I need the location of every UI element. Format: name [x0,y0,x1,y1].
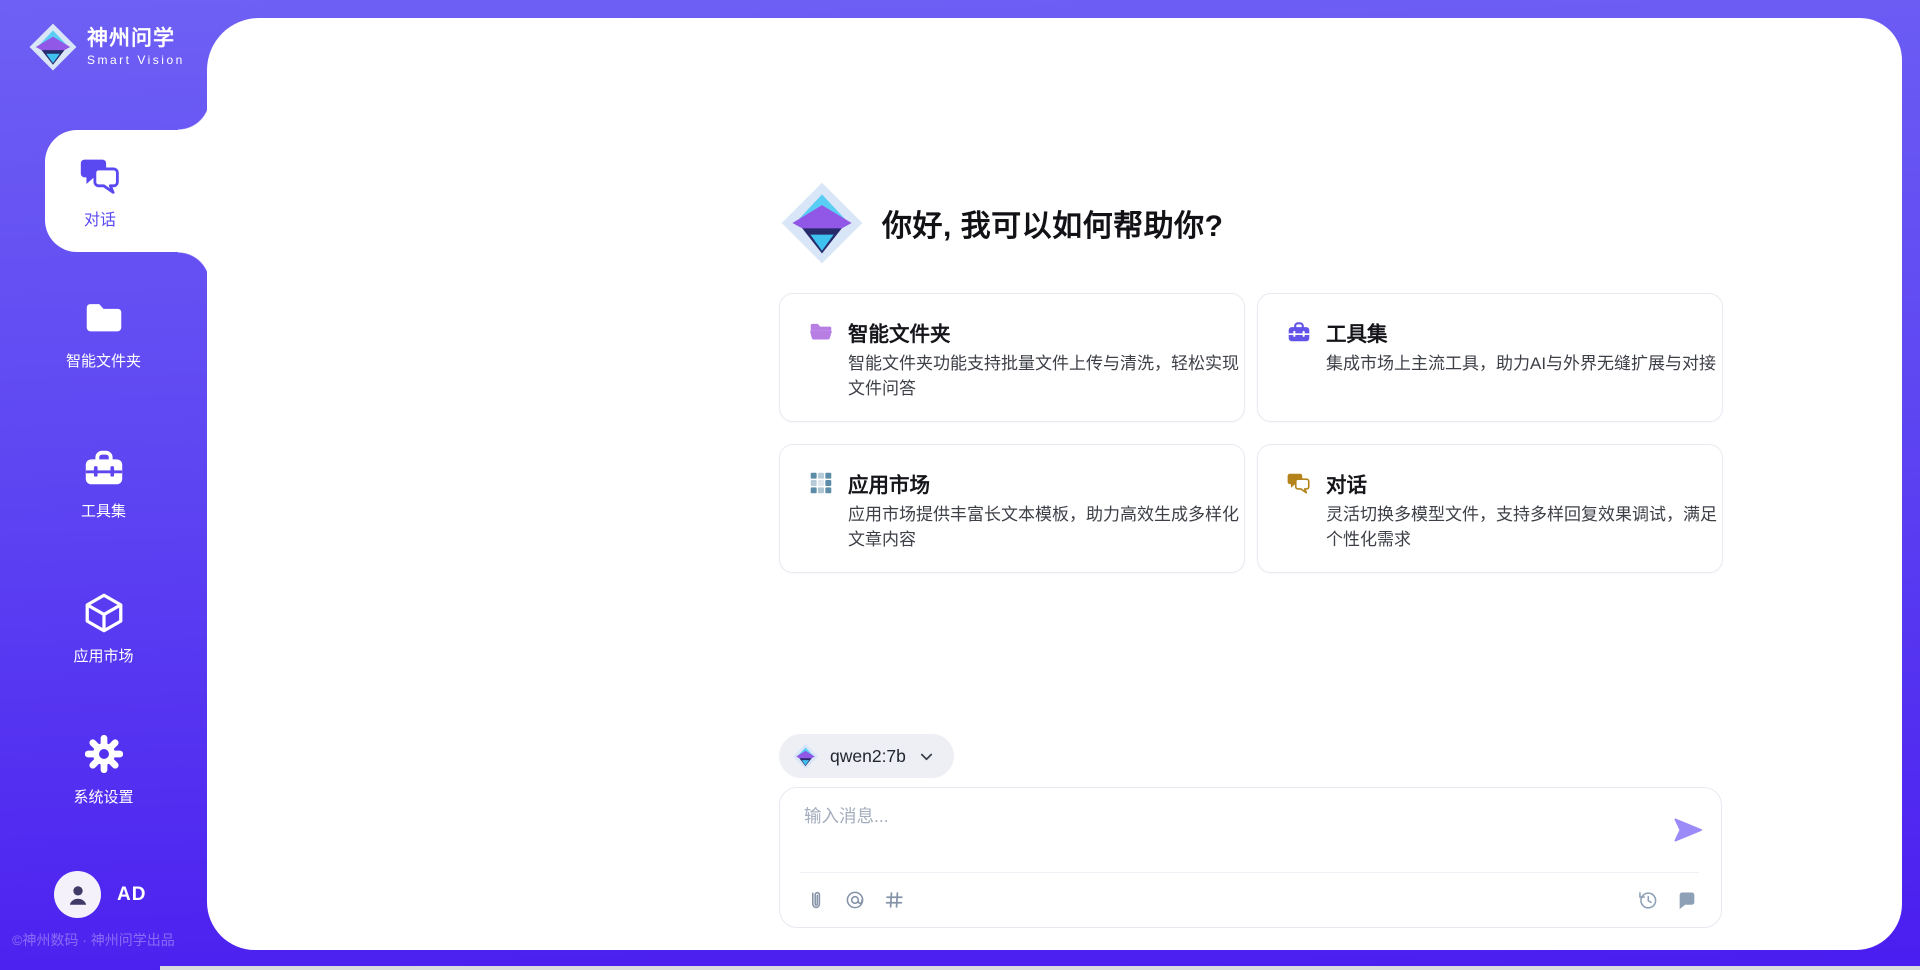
send-icon [1672,814,1704,846]
chat-icon [1286,470,1312,496]
hash-button[interactable] [882,888,906,912]
composer-toolbar [804,884,1699,916]
card-description: 集成市场上主流工具，助力AI与外界无缝扩展与对接 [1326,351,1720,376]
toolbox-icon [81,445,127,491]
gear-icon [81,731,127,777]
greeting: 你好, 我可以如何帮助你? [779,180,1224,266]
brand-subtitle: Smart Vision [87,53,185,67]
sidebar-item-label: 工具集 [81,500,126,521]
card-description: 灵活切换多模型文件，支持多样回复效果调试，满足个性化需求 [1326,502,1720,552]
sidebar-footer: ©神州数码 · 神州问学出品 [12,930,212,950]
paperclip-icon [805,889,827,911]
card-description: 应用市场提供丰富长文本模板，助力高效生成多样化文章内容 [848,502,1242,552]
mention-button[interactable] [843,888,867,912]
brand-diamond-icon [779,180,865,266]
history-icon [1637,889,1659,911]
card-app-market[interactable]: 应用市场 应用市场提供丰富长文本模板，助力高效生成多样化文章内容 [779,444,1245,573]
hash-icon [883,889,905,911]
main-panel: 你好, 我可以如何帮助你? 智能文件夹 智能文件夹功能支持批量文件上传与清洗，轻… [207,18,1902,950]
folder-open-icon [808,319,834,345]
sidebar: 神州问学 Smart Vision 对话 智能文件夹 [0,0,210,970]
sidebar-item-chat[interactable]: 对话 [45,130,210,252]
chat-icon [78,153,123,198]
folder-icon [81,295,127,341]
grid-icon [808,470,834,496]
feature-cards: 智能文件夹 智能文件夹功能支持批量文件上传与清洗，轻松实现文件问答 工具 [779,293,1723,573]
card-title: 工具集 [1326,317,1388,347]
cube-icon [81,590,127,636]
chevron-down-icon [917,747,936,766]
brand-diamond-icon [28,22,78,72]
card-title: 对话 [1326,468,1367,498]
send-button[interactable] [1672,814,1704,846]
brand-diamond-icon [792,743,819,770]
composer-divider [800,872,1699,873]
sidebar-item-label: 应用市场 [73,645,133,666]
attach-button[interactable] [804,888,828,912]
card-chat[interactable]: 对话 灵活切换多模型文件，支持多样回复效果调试，满足个性化需求 [1257,444,1723,573]
brand-name: 神州问学 [87,27,185,51]
card-title: 应用市场 [848,468,930,498]
bottom-scrollbar[interactable] [160,966,1920,970]
sidebar-item-label: 智能文件夹 [66,350,141,371]
model-name: qwen2:7b [830,746,906,767]
brand-logo: 神州问学 Smart Vision [28,22,185,72]
message-input[interactable] [804,803,1644,865]
message-composer [779,787,1722,928]
history-button[interactable] [1636,888,1660,912]
sidebar-item-toolset[interactable]: 工具集 [0,445,207,521]
sidebar-item-label: 对话 [84,206,116,230]
at-icon [844,889,866,911]
model-selector[interactable]: qwen2:7b [779,734,954,778]
person-icon [65,882,91,908]
sidebar-item-settings[interactable]: 系统设置 [0,731,207,807]
user-initials: AD [117,884,146,906]
greeting-text: 你好, 我可以如何帮助你? [882,201,1224,245]
sidebar-item-label: 系统设置 [73,786,133,807]
card-title: 智能文件夹 [848,317,951,347]
user-menu[interactable]: AD [54,871,146,918]
composer-toolbar-right [1636,888,1699,912]
chat-bubble-icon [1676,889,1698,911]
sidebar-item-app-market[interactable]: 应用市场 [0,590,207,666]
card-toolset[interactable]: 工具集 集成市场上主流工具，助力AI与外界无缝扩展与对接 [1257,293,1723,422]
toolbox-icon [1286,319,1312,345]
sidebar-item-smart-folder[interactable]: 智能文件夹 [0,295,207,371]
avatar [54,871,101,918]
card-description: 智能文件夹功能支持批量文件上传与清洗，轻松实现文件问答 [848,351,1242,401]
new-chat-button[interactable] [1675,888,1699,912]
card-smart-folder[interactable]: 智能文件夹 智能文件夹功能支持批量文件上传与清洗，轻松实现文件问答 [779,293,1245,422]
